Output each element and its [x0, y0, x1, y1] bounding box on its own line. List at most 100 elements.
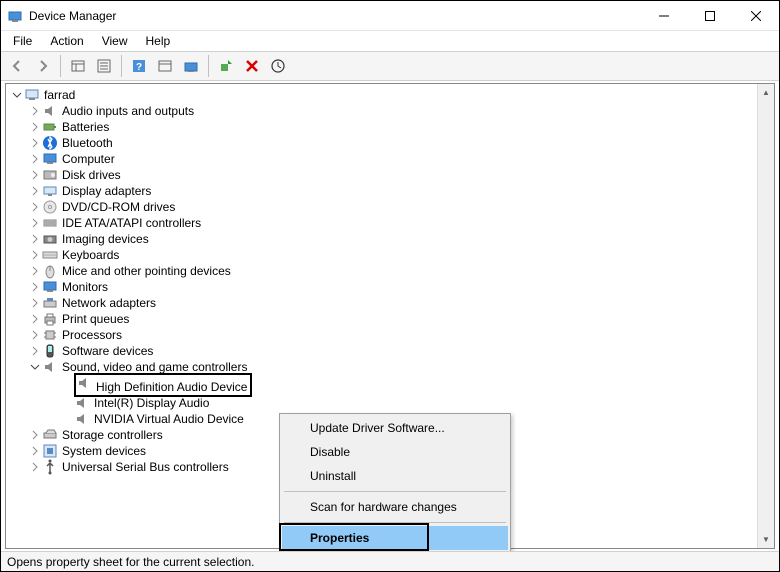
audio-device-icon	[76, 375, 92, 391]
tree-item[interactable]: IDE ATA/ATAPI controllers	[6, 215, 770, 231]
ctx-update-driver[interactable]: Update Driver Software...	[282, 416, 508, 440]
ctx-uninstall[interactable]: Uninstall	[282, 464, 508, 488]
menu-help[interactable]: Help	[138, 32, 179, 50]
computer-icon	[24, 87, 40, 103]
tree-item[interactable]: Processors	[6, 327, 770, 343]
toolbar-separator	[121, 55, 122, 77]
device-category-icon	[42, 359, 58, 375]
expand-icon[interactable]	[28, 264, 42, 278]
scroll-down-icon[interactable]: ▼	[758, 531, 774, 548]
expand-icon[interactable]	[28, 136, 42, 150]
tree-item-label: Print queues	[62, 311, 129, 327]
expand-spacer	[60, 378, 74, 392]
tree-item-label: Bluetooth	[62, 135, 113, 151]
expand-icon[interactable]	[28, 232, 42, 246]
tree-item[interactable]: Disk drives	[6, 167, 770, 183]
expand-icon[interactable]	[28, 248, 42, 262]
tree-item[interactable]: Software devices	[6, 343, 770, 359]
tree-item-label: Audio inputs and outputs	[62, 103, 194, 119]
tree-item[interactable]: Audio inputs and outputs	[6, 103, 770, 119]
tree-item-label: Batteries	[62, 119, 109, 135]
ctx-separator	[284, 522, 506, 523]
ctx-disable[interactable]: Disable	[282, 440, 508, 464]
expand-icon[interactable]	[28, 460, 42, 474]
maximize-button[interactable]	[687, 1, 733, 31]
device-category-icon	[42, 135, 58, 151]
tree-item[interactable]: Print queues	[6, 311, 770, 327]
tree-root[interactable]: farrad	[6, 87, 770, 103]
tree-child-item[interactable]: High Definition Audio Device	[6, 375, 770, 395]
tree-item[interactable]: Monitors	[6, 279, 770, 295]
device-category-icon	[42, 343, 58, 359]
tree-item[interactable]: Bluetooth	[6, 135, 770, 151]
ctx-properties[interactable]: Properties	[282, 526, 508, 550]
device-category-icon	[42, 247, 58, 263]
device-category-icon	[42, 103, 58, 119]
tree-item[interactable]: Mice and other pointing devices	[6, 263, 770, 279]
expand-icon[interactable]	[28, 184, 42, 198]
tree-item[interactable]: Keyboards	[6, 247, 770, 263]
enable-device-button[interactable]	[214, 54, 238, 78]
audio-device-icon	[74, 411, 90, 427]
expand-icon[interactable]	[28, 344, 42, 358]
scan-changes-button[interactable]	[266, 54, 290, 78]
expand-icon[interactable]	[28, 328, 42, 342]
uninstall-device-button[interactable]	[240, 54, 264, 78]
toolbar-separator	[60, 55, 61, 77]
tree-item-label: Network adapters	[62, 295, 156, 311]
tree-item[interactable]: Computer	[6, 151, 770, 167]
back-button[interactable]	[5, 54, 29, 78]
expand-icon[interactable]	[28, 444, 42, 458]
vertical-scrollbar[interactable]: ▲ ▼	[757, 84, 774, 548]
menu-action[interactable]: Action	[42, 32, 91, 50]
expand-icon[interactable]	[28, 168, 42, 182]
update-driver-toolbar-button[interactable]	[179, 54, 203, 78]
tree-child-item[interactable]: Intel(R) Display Audio	[6, 395, 770, 411]
expand-icon[interactable]	[28, 200, 42, 214]
minimize-button[interactable]	[641, 1, 687, 31]
expand-icon[interactable]	[28, 312, 42, 326]
expand-icon[interactable]	[28, 104, 42, 118]
help-button[interactable]: ?	[127, 54, 151, 78]
tree-item[interactable]: Network adapters	[6, 295, 770, 311]
expand-icon[interactable]	[28, 296, 42, 310]
tree-item[interactable]: Batteries	[6, 119, 770, 135]
menu-view[interactable]: View	[94, 32, 136, 50]
tree-item-label: DVD/CD-ROM drives	[62, 199, 175, 215]
expand-icon[interactable]	[28, 428, 42, 442]
tree-item-label: Imaging devices	[62, 231, 149, 247]
scan-hardware-toolbar-button[interactable]	[153, 54, 177, 78]
show-hide-console-button[interactable]	[66, 54, 90, 78]
device-category-icon	[42, 199, 58, 215]
toolbar-separator	[208, 55, 209, 77]
tree-item-label: Storage controllers	[62, 427, 163, 443]
tree-item[interactable]: DVD/CD-ROM drives	[6, 199, 770, 215]
expand-icon[interactable]	[28, 360, 42, 374]
close-button[interactable]	[733, 1, 779, 31]
properties-toolbar-button[interactable]	[92, 54, 116, 78]
ctx-scan-hardware[interactable]: Scan for hardware changes	[282, 495, 508, 519]
tree-item-label: Processors	[62, 327, 122, 343]
expand-icon[interactable]	[28, 280, 42, 294]
tree-item[interactable]: Imaging devices	[6, 231, 770, 247]
tree-item[interactable]: Display adapters	[6, 183, 770, 199]
device-category-icon	[42, 215, 58, 231]
menu-file[interactable]: File	[5, 32, 40, 50]
expand-spacer	[60, 412, 74, 426]
annotation-box: High Definition Audio Device	[74, 373, 252, 397]
collapse-icon[interactable]	[10, 88, 24, 102]
tree-item-label: Display adapters	[62, 183, 151, 199]
scroll-up-icon[interactable]: ▲	[758, 84, 774, 101]
expand-icon[interactable]	[28, 120, 42, 134]
expand-icon[interactable]	[28, 152, 42, 166]
tree-item-label: Mice and other pointing devices	[62, 263, 231, 279]
tree-item-label: High Definition Audio Device	[96, 380, 247, 394]
tree-item-label: IDE ATA/ATAPI controllers	[62, 215, 201, 231]
device-category-icon	[42, 279, 58, 295]
svg-text:?: ?	[136, 62, 142, 73]
tree-item-label: Universal Serial Bus controllers	[62, 459, 229, 475]
forward-button[interactable]	[31, 54, 55, 78]
device-category-icon	[42, 183, 58, 199]
audio-device-icon	[74, 395, 90, 411]
expand-icon[interactable]	[28, 216, 42, 230]
